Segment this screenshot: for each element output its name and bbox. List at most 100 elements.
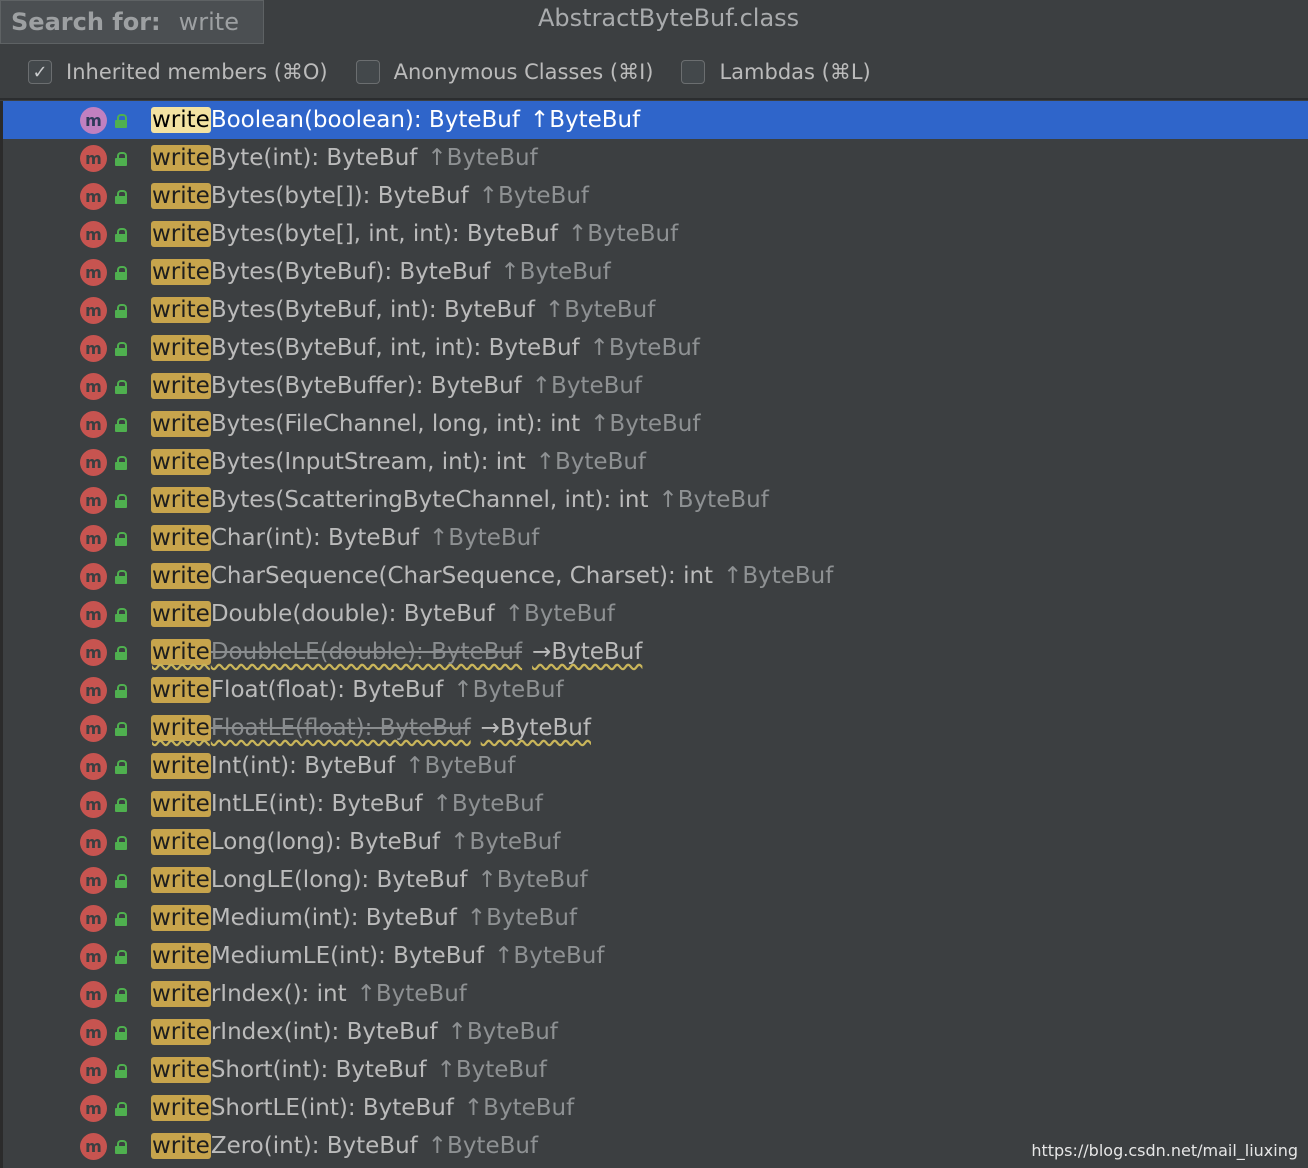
public-lock-icon xyxy=(115,949,127,964)
search-match-highlight: write xyxy=(151,1019,211,1045)
public-lock-icon xyxy=(115,265,127,280)
search-match-highlight: write xyxy=(151,753,211,779)
search-field[interactable]: Search for: write xyxy=(0,0,264,44)
member-row[interactable]: m writeShort(int): ByteBuf ↑ByteBuf xyxy=(0,1051,1308,1089)
member-signature: writeZero(int): ByteBuf ↑ByteBuf xyxy=(151,1133,538,1159)
method-icon: m xyxy=(80,790,107,818)
member-signature: writeFloat(float): ByteBuf ↑ByteBuf xyxy=(151,677,564,703)
member-signature: writeBytes(ByteBuf, int, int): ByteBuf ↑B… xyxy=(151,335,700,361)
search-match-highlight: write xyxy=(151,145,211,171)
member-origin: ↑ByteBuf xyxy=(453,677,564,703)
member-name-and-type: Long(long): ByteBuf xyxy=(210,829,441,855)
member-row[interactable]: m writeByte(int): ByteBuf ↑ByteBuf xyxy=(0,139,1308,177)
member-row[interactable]: m writeBytes(byte[], int, int): ByteBuf ↑B… xyxy=(0,215,1308,253)
member-row[interactable]: m writeFloat(float): ByteBuf ↑ByteBuf xyxy=(0,671,1308,709)
member-row[interactable]: m writeDouble(double): ByteBuf ↑ByteBuf xyxy=(0,595,1308,633)
inherited-members-option[interactable]: ✓ Inherited members (⌘O) xyxy=(28,60,328,84)
search-match-highlight: write xyxy=(151,1057,211,1083)
search-label: Search for: xyxy=(11,8,161,36)
search-match-highlight: write xyxy=(151,715,211,741)
member-signature: writeShortLE(int): ByteBuf ↑ByteBuf xyxy=(151,1095,574,1121)
public-lock-icon xyxy=(115,227,127,242)
member-name-and-type: CharSequence(CharSequence, Charset): int xyxy=(210,563,714,589)
method-icon: m xyxy=(80,942,107,970)
anonymous-classes-checkbox[interactable] xyxy=(355,60,380,84)
member-signature: writeShort(int): ByteBuf ↑ByteBuf xyxy=(151,1057,547,1083)
member-name-and-type: Short(int): ByteBuf xyxy=(210,1057,427,1083)
search-match-highlight: write xyxy=(151,791,211,817)
search-match-highlight: write xyxy=(151,411,211,437)
member-row[interactable]: m writeLongLE(long): ByteBuf ↑ByteBuf xyxy=(0,861,1308,899)
method-icon: m xyxy=(80,866,107,894)
member-signature: writeLong(long): ByteBuf ↑ByteBuf xyxy=(151,829,560,855)
header-divider xyxy=(0,98,1308,100)
member-row[interactable]: m writeBytes(ByteBuf, int): ByteBuf ↑ByteB… xyxy=(0,291,1308,329)
member-row[interactable]: m writeInt(int): ByteBuf ↑ByteBuf xyxy=(0,747,1308,785)
member-row[interactable]: m writeChar(int): ByteBuf ↑ByteBuf xyxy=(0,519,1308,557)
member-row[interactable]: m writeBytes(FileChannel, long, int): int… xyxy=(0,405,1308,443)
search-match-highlight: write xyxy=(151,943,211,969)
search-match-highlight: write xyxy=(151,563,211,589)
public-lock-icon xyxy=(115,1101,127,1116)
member-row[interactable]: m writeShortLE(int): ByteBuf ↑ByteBuf xyxy=(0,1089,1308,1127)
filter-options: ✓ Inherited members (⌘O) Anonymous Class… xyxy=(0,48,1308,96)
member-row[interactable]: m writeBoolean(boolean): ByteBuf ↑ByteBuf xyxy=(0,101,1308,139)
member-signature: writeMedium(int): ByteBuf ↑ByteBuf xyxy=(151,905,577,931)
member-name-and-type: Float(float): ByteBuf xyxy=(210,677,444,703)
public-lock-icon xyxy=(115,1063,127,1078)
member-origin: ↑ByteBuf xyxy=(494,943,605,969)
member-name-and-type: Bytes(ByteBuffer): ByteBuf xyxy=(210,373,522,399)
member-row[interactable]: m writeCharSequence(CharSequence, Charset… xyxy=(0,557,1308,595)
member-origin: ↑ByteBuf xyxy=(477,867,588,893)
member-row[interactable]: m writeBytes(byte[]): ByteBuf ↑ByteBuf xyxy=(0,177,1308,215)
member-row[interactable]: m writerIndex(): int ↑ByteBuf xyxy=(0,975,1308,1013)
member-row[interactable]: m writeBytes(ByteBuffer): ByteBuf ↑ByteBuf xyxy=(0,367,1308,405)
search-query[interactable]: write xyxy=(179,8,239,36)
member-row[interactable]: m writeBytes(ScatteringByteChannel, int):… xyxy=(0,481,1308,519)
method-icon: m xyxy=(80,182,107,210)
member-origin: ↑ByteBuf xyxy=(478,183,590,209)
member-row[interactable]: m writeIntLE(int): ByteBuf ↑ByteBuf xyxy=(0,785,1308,823)
member-signature: writeIntLE(int): ByteBuf ↑ByteBuf xyxy=(151,791,543,817)
member-origin: ↑ByteBuf xyxy=(427,1133,539,1159)
member-origin: ↑ByteBuf xyxy=(531,373,643,399)
member-origin: ↑ByteBuf xyxy=(447,1019,558,1045)
member-origin: ↑ByteBuf xyxy=(504,601,616,627)
search-match-highlight: write xyxy=(151,601,211,627)
method-icon: m xyxy=(80,980,107,1008)
member-row[interactable]: m writeDoubleLE(double): ByteBuf →ByteBuf xyxy=(0,633,1308,671)
member-name-and-type: Bytes(ByteBuf, int): ByteBuf xyxy=(210,297,536,323)
member-name-and-type: rIndex(): int xyxy=(210,981,347,1007)
lambdas-checkbox[interactable] xyxy=(681,60,706,84)
public-lock-icon xyxy=(115,341,127,356)
public-lock-icon xyxy=(115,873,127,888)
lambdas-option[interactable]: Lambdas (⌘L) xyxy=(681,60,871,84)
method-icon: m xyxy=(80,828,107,856)
member-list[interactable]: m writeBoolean(boolean): ByteBuf ↑ByteBuf m… xyxy=(0,101,1308,1168)
member-name-and-type: Bytes(byte[]): ByteBuf xyxy=(210,183,469,209)
member-row[interactable]: m writeBytes(InputStream, int): int ↑ByteB… xyxy=(0,443,1308,481)
member-row[interactable]: m writerIndex(int): ByteBuf ↑ByteBuf xyxy=(0,1013,1308,1051)
member-name-and-type: MediumLE(int): ByteBuf xyxy=(210,943,485,969)
member-name-and-type: Bytes(ByteBuf): ByteBuf xyxy=(210,259,491,285)
method-icon: m xyxy=(80,220,107,248)
lambdas-label: Lambdas (⌘L) xyxy=(719,60,871,84)
member-signature: writeDouble(double): ByteBuf ↑ByteBuf xyxy=(151,601,615,627)
member-row[interactable]: m writeBytes(ByteBuf, int, int): ByteBuf ↑… xyxy=(0,329,1308,367)
member-row[interactable]: m writeMedium(int): ByteBuf ↑ByteBuf xyxy=(0,899,1308,937)
member-row[interactable]: m writeMediumLE(int): ByteBuf ↑ByteBuf xyxy=(0,937,1308,975)
member-signature: writeBytes(ByteBuffer): ByteBuf ↑ByteBuf xyxy=(151,373,642,399)
search-match-highlight: write xyxy=(151,1095,211,1121)
member-row[interactable]: m writeFloatLE(float): ByteBuf →ByteBuf xyxy=(0,709,1308,747)
public-lock-icon xyxy=(115,531,127,546)
member-name-and-type: Bytes(ScatteringByteChannel, int): int xyxy=(210,487,649,513)
member-name-and-type: Bytes(ByteBuf, int, int): ByteBuf xyxy=(210,335,580,361)
method-icon: m xyxy=(80,562,107,590)
member-row[interactable]: m writeBytes(ByteBuf): ByteBuf ↑ByteBuf xyxy=(0,253,1308,291)
member-signature: writeFloatLE(float): ByteBuf →ByteBuf xyxy=(151,715,591,741)
inherited-members-checkbox[interactable]: ✓ xyxy=(28,60,52,84)
member-row[interactable]: m writeLong(long): ByteBuf ↑ByteBuf xyxy=(0,823,1308,861)
anonymous-classes-option[interactable]: Anonymous Classes (⌘I) xyxy=(355,60,653,84)
search-match-highlight: write xyxy=(151,221,211,247)
public-lock-icon xyxy=(115,1139,127,1154)
